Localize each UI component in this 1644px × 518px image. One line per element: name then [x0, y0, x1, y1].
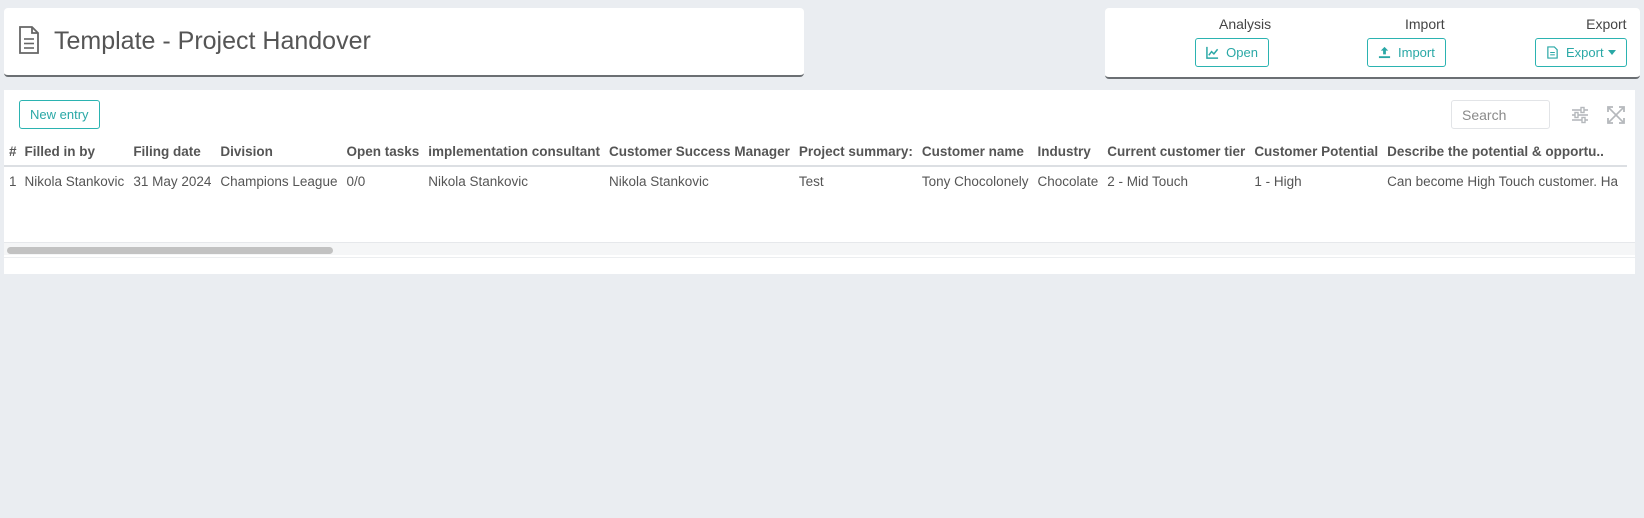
new-entry-button[interactable]: New entry	[19, 100, 100, 129]
column-header[interactable]: Open tasks	[346, 138, 429, 167]
export-label: Export	[1586, 16, 1627, 32]
column-header[interactable]: Customer Potential	[1254, 138, 1388, 167]
table-header-row: # Filled in by Filing date Division Open…	[4, 138, 1627, 167]
table-cell: Champions League	[220, 174, 338, 189]
document-icon	[19, 26, 39, 54]
table-cell: 1 - High	[1254, 174, 1302, 189]
column-header[interactable]: Filing date	[133, 138, 221, 167]
line-chart-icon	[1206, 46, 1219, 59]
table-cell: 31 May 2024	[133, 174, 212, 189]
search-input[interactable]	[1451, 100, 1550, 129]
table-cell: Nikola Stankovic	[24, 174, 125, 189]
panel-footer-divider	[4, 257, 1635, 258]
page-title: Template - Project Handover	[54, 27, 371, 55]
table-cell: Tony Chocolonely	[921, 174, 1029, 189]
import-group: Import Import	[1367, 8, 1446, 67]
table-cell: Chocolate	[1037, 174, 1099, 189]
column-header[interactable]: Describe the potential & opportu..	[1387, 138, 1627, 167]
sliders-icon[interactable]	[1571, 106, 1589, 124]
column-header[interactable]: implementation consultant	[428, 138, 610, 167]
table-cell: 1	[9, 174, 17, 189]
import-button-label: Import	[1398, 45, 1435, 60]
table-cell: 0/0	[346, 174, 366, 189]
table-cell: Test	[798, 174, 824, 189]
table-cell: Can become High Touch customer. Ha	[1387, 174, 1618, 189]
table-cell: 2 - Mid Touch	[1107, 174, 1189, 189]
expand-icon[interactable]	[1607, 106, 1625, 124]
export-group: Export Export	[1535, 8, 1627, 67]
column-header[interactable]: Project summary:	[798, 138, 922, 167]
open-analysis-label: Open	[1226, 45, 1258, 60]
open-analysis-button[interactable]: Open	[1195, 38, 1269, 67]
column-header[interactable]: Current customer tier	[1107, 138, 1255, 167]
column-header[interactable]: Filled in by	[24, 138, 134, 167]
upload-icon	[1378, 46, 1391, 59]
column-header[interactable]: Division	[220, 138, 347, 167]
entries-table: # Filled in by Filing date Division Open…	[4, 138, 1627, 196]
actions-panel: Analysis Open Import Import Export Expor…	[1105, 8, 1640, 79]
export-dropdown-button[interactable]: Export	[1535, 38, 1627, 67]
analysis-group: Analysis Open	[1193, 8, 1271, 67]
import-label: Import	[1405, 16, 1445, 32]
import-button[interactable]: Import	[1367, 38, 1446, 67]
column-header[interactable]: #	[4, 138, 25, 167]
table-cell: Nikola Stankovic	[609, 174, 709, 189]
analysis-label: Analysis	[1219, 16, 1272, 32]
caret-down-icon	[1607, 50, 1616, 55]
column-header[interactable]: Customer Success Manager	[609, 138, 799, 167]
column-header[interactable]: Customer name	[921, 138, 1038, 167]
table-row[interactable]: 1 Nikola Stankovic 31 May 2024 Champions…	[4, 166, 1627, 196]
table-cell: Nikola Stankovic	[428, 174, 529, 189]
page-header: Template - Project Handover	[4, 8, 804, 77]
export-button-label: Export	[1566, 45, 1604, 60]
entries-panel: New entry # Filled in by Filing date Div…	[4, 90, 1635, 274]
column-header[interactable]: Industry	[1037, 138, 1108, 167]
file-icon	[1547, 46, 1558, 59]
scrollbar-thumb[interactable]	[7, 247, 333, 254]
